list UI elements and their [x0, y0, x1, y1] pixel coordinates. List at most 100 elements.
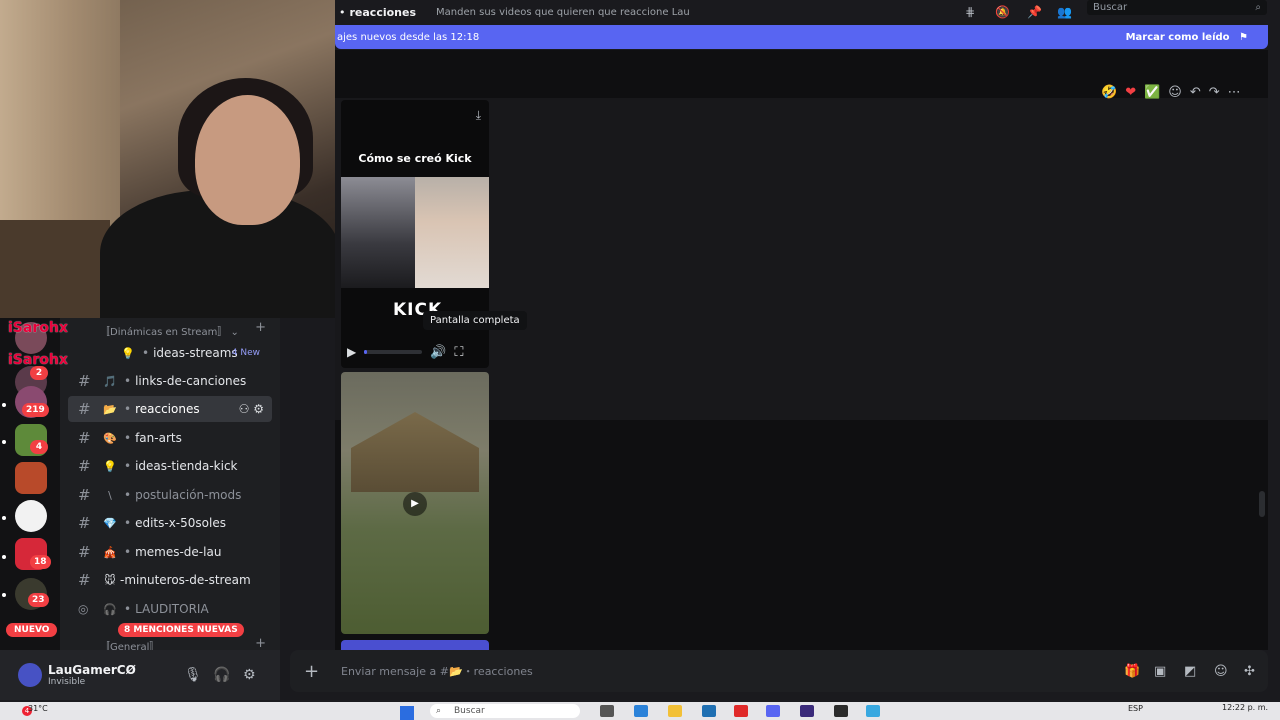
emoji-icon[interactable]: ☺ — [1214, 664, 1228, 679]
language-indicator[interactable]: ESP — [1128, 704, 1143, 713]
new-server-pill[interactable]: NUEVO — [6, 623, 58, 637]
channel-list: 〚Dinámicas en Stream〛 ⌄ + 💡 • ideas-stre… — [60, 318, 280, 653]
channel-label: LAUDITORIA — [135, 602, 209, 616]
chat-scrollbar[interactable] — [1259, 491, 1265, 517]
add-channel-icon[interactable]: + — [255, 636, 266, 651]
play-icon[interactable]: ▶ — [347, 345, 356, 359]
mark-read-label: Marcar como leído — [1125, 31, 1230, 43]
separator-dot: • — [124, 488, 132, 502]
reply-icon[interactable]: ↶ — [1190, 85, 1201, 100]
hash-icon: # — [78, 543, 91, 561]
avatar[interactable] — [18, 663, 42, 687]
channel-edits-x-50soles[interactable]: # 💎 • edits-x-50soles — [68, 510, 272, 536]
add-reaction-icon[interactable]: ☺ — [1168, 85, 1182, 100]
add-member-icon[interactable]: ⚇ — [239, 402, 250, 416]
check-emoji-icon[interactable]: ✅ — [1144, 85, 1160, 100]
unread-dot — [2, 555, 6, 559]
apps-icon[interactable]: ✣ — [1244, 664, 1255, 679]
music-icon: 🎵 — [103, 374, 117, 388]
taskbar-search[interactable]: ⌕ Buscar — [430, 704, 580, 718]
gif-icon[interactable]: ▣ — [1154, 664, 1166, 679]
microphone-icon[interactable]: 🎙 — [184, 667, 202, 683]
user-info[interactable]: LauGamerCØ Invisible — [48, 663, 136, 687]
channel-ideas-streams[interactable]: 💡 • ideas-streams 4 New — [68, 340, 272, 366]
chat-area: 🤣 ❤ ✅ ☺ ↶ ↷ ⋯ ⤓ Cómo se creó Kick KICK ▶… — [335, 50, 1268, 650]
channel-lauditoria[interactable]: ◎ 🎧 • LAUDITORIA — [68, 596, 272, 622]
separator-dot: • — [124, 431, 132, 445]
separator-dot: • — [124, 374, 132, 388]
mouse-icon: 🐭 — [104, 573, 116, 587]
windows-taskbar: 4 31°C ⌕ Buscar ESP 12:22 p. m. — [0, 702, 1280, 720]
play-icon[interactable]: ▶ — [403, 492, 427, 516]
clock[interactable]: 12:22 p. m. — [1222, 703, 1268, 712]
channel-links-de-canciones[interactable]: # 🎵 • links-de-canciones — [68, 368, 272, 394]
video-progress[interactable] — [364, 350, 423, 354]
palette-icon: 🎨 — [103, 431, 117, 445]
separator-dot: • — [124, 459, 132, 473]
weather-widget[interactable]: 31°C — [28, 704, 48, 713]
add-attachment-icon[interactable]: + — [304, 661, 319, 682]
taskbar-search-label: Buscar — [454, 706, 485, 716]
channel-label: memes-de-lau — [135, 545, 222, 559]
mentions-pill[interactable]: 8 MENCIONES NUEVAS — [118, 623, 244, 637]
channel-fan-arts[interactable]: # 🎨 • fan-arts — [68, 425, 272, 451]
channel-topic[interactable]: Manden sus videos que quieren que reacci… — [436, 7, 690, 18]
channel-label: edits-x-50soles — [135, 516, 226, 530]
pin-icon[interactable]: 📌 — [1027, 5, 1042, 19]
threads-icon[interactable]: ⋕ — [965, 5, 975, 19]
opera-icon[interactable] — [734, 705, 748, 717]
video-attachment[interactable] — [341, 640, 489, 650]
app-icon[interactable] — [702, 705, 716, 717]
unread-dot — [2, 593, 6, 597]
channel-label: ideas-streams — [153, 346, 238, 360]
slash-icon: \ — [108, 488, 112, 502]
channel-ideas-tienda-kick[interactable]: # 💡 • ideas-tienda-kick — [68, 453, 272, 479]
heart-emoji-icon[interactable]: ❤ — [1125, 85, 1136, 100]
folder-app-icon[interactable] — [668, 705, 682, 717]
mute-icon[interactable]: 🔕 — [995, 5, 1010, 19]
server-icon[interactable] — [15, 462, 47, 494]
gift-icon[interactable]: 🎁 — [1124, 664, 1140, 679]
app-icon[interactable] — [600, 705, 614, 717]
gear-icon[interactable]: ⚙ — [253, 402, 264, 416]
download-icon[interactable]: ⤓ — [476, 108, 481, 123]
forward-icon[interactable]: ↷ — [1209, 85, 1220, 100]
new-badge: 4 New — [231, 348, 260, 358]
user-name: LauGamerCØ — [48, 663, 136, 677]
app-icon[interactable] — [634, 705, 648, 717]
mark-read-button[interactable]: Marcar como leído ⚑ — [1126, 32, 1248, 43]
video-attachment[interactable]: ▶ — [341, 372, 489, 634]
channel-memes-de-lau[interactable]: # 🎪 • memes-de-lau — [68, 539, 272, 565]
app-icon[interactable] — [800, 705, 814, 717]
channel-label: fan-arts — [135, 431, 182, 445]
hash-icon: # — [78, 514, 91, 532]
sticker-icon[interactable]: ◩ — [1184, 664, 1196, 679]
message-composer: + Enviar mensaje a #📂・reacciones 🎁 ▣ ◩ ☺… — [290, 650, 1268, 692]
message-input[interactable]: Enviar mensaje a #📂・reacciones — [341, 663, 533, 679]
search-input[interactable]: Buscar ⌕ — [1087, 0, 1267, 15]
separator-dot: • — [124, 545, 132, 559]
fullscreen-icon[interactable]: ⛶ — [454, 345, 463, 360]
headset-icon[interactable]: 🎧 — [213, 667, 230, 683]
category-dinamicas[interactable]: 〚Dinámicas en Stream〛 ⌄ — [100, 323, 239, 338]
new-messages-bar[interactable]: ajes nuevos desde las 12:18 Marcar como … — [335, 25, 1268, 49]
broadcast-icon: ◎ — [78, 602, 89, 616]
discord-icon[interactable] — [766, 705, 780, 717]
channel-postulacion-mods[interactable]: # \ • postulación-mods — [68, 482, 272, 508]
video-controls: ▶ 🔊 ⛶ — [347, 342, 483, 362]
channel-label: links-de-canciones — [135, 374, 247, 388]
server-icon[interactable] — [15, 500, 47, 532]
members-icon[interactable]: 👥 — [1057, 5, 1072, 19]
channel-minuteros-de-stream[interactable]: # 🐭 -minuteros-de-stream — [68, 567, 272, 593]
channel-reacciones[interactable]: # 📂 • reacciones ⚇ ⚙ — [68, 396, 272, 422]
gear-icon[interactable]: ⚙ — [243, 667, 256, 683]
app-icon[interactable] — [834, 705, 848, 717]
laugh-emoji-icon[interactable]: 🤣 — [1101, 85, 1117, 100]
more-icon[interactable]: ⋯ — [1228, 85, 1241, 100]
windows-start-icon[interactable] — [400, 706, 414, 720]
volume-icon[interactable]: 🔊 — [430, 345, 446, 360]
add-channel-icon[interactable]: + — [255, 320, 266, 335]
app-icon[interactable] — [866, 705, 880, 717]
hash-icon: # — [78, 400, 91, 418]
channel-title: reacciones — [349, 5, 417, 19]
